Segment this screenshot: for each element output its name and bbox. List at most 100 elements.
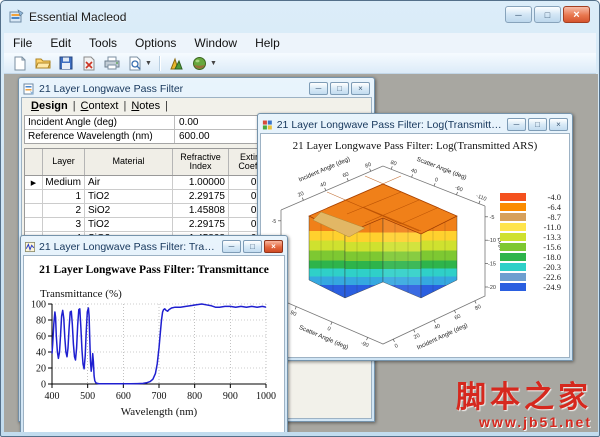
axis-tick-label: 60 <box>342 171 350 179</box>
open-folder-icon <box>35 58 51 69</box>
axis-tick-label: 80 <box>474 304 482 312</box>
field-label: Reference Wavelength (nm) <box>25 130 175 143</box>
plot3d-window-titlebar[interactable]: 21 Layer Longwave Pass Filter: Log(Trans… <box>260 116 570 133</box>
design-document-icon <box>23 83 34 95</box>
grid-cell[interactable]: Air <box>85 176 173 189</box>
tab-separator: | <box>72 100 76 112</box>
legend-row: -13.3 <box>500 232 561 242</box>
tab-notes[interactable]: Notes <box>128 99 163 113</box>
transmittance-plot: 400 500 600 700 800 900 1000 0 20 40 60 80 100 Wavele… <box>31 300 276 418</box>
x-tick-label: 500 <box>80 391 95 402</box>
menu-item-tools[interactable]: Tools <box>80 34 126 52</box>
axis-tick-label: 40 <box>319 181 327 189</box>
close-button[interactable]: × <box>351 82 370 95</box>
axis-tick-label: 40 <box>433 323 441 331</box>
tab-design[interactable]: Design <box>28 99 71 113</box>
grid-header-cell: Layer <box>43 149 85 175</box>
menu-item-file[interactable]: File <box>4 34 41 52</box>
menu-item-help[interactable]: Help <box>246 34 289 52</box>
grid-cell[interactable]: TiO2 <box>85 218 173 231</box>
axis-tick-label: 60 <box>454 314 462 322</box>
maximize-button[interactable]: □ <box>243 240 262 253</box>
y-tick-label: 100 <box>31 300 46 311</box>
row-selector[interactable] <box>25 218 43 231</box>
tab-separator: | <box>165 100 168 112</box>
grid-cell[interactable]: 1.00000 <box>173 176 229 189</box>
performance-plot-button[interactable] <box>167 54 187 72</box>
dropdown-caret-icon[interactable]: ▼ <box>145 60 152 67</box>
minimize-button[interactable]: ─ <box>505 6 532 23</box>
axis-tick-label: 0 <box>434 177 439 184</box>
axis-tick-label: 80 <box>389 160 397 168</box>
tab-context[interactable]: Context <box>78 99 122 113</box>
axis-tick-label: -5 <box>272 219 277 225</box>
transmittance-chart-title: 21 Layer Longwave Pass Filter: Transmitt… <box>39 264 269 276</box>
grid-cell[interactable]: 2.29175 <box>173 190 229 203</box>
axis-label: Scatter Angle (deg) <box>416 156 468 182</box>
menu-bar: File Edit Tools Options Window Help <box>4 33 596 53</box>
x-tick-label: 600 <box>116 391 131 402</box>
save-file-button[interactable] <box>56 54 76 72</box>
axis-tick-label: -15 <box>488 262 496 268</box>
row-selector[interactable]: ▶ <box>25 176 43 189</box>
print-preview-button[interactable] <box>125 54 145 72</box>
menu-item-options[interactable]: Options <box>126 34 185 52</box>
transmittance-window-titlebar[interactable]: 21 Layer Longwave Pass Filter: Transmitt… <box>23 238 285 255</box>
design-window-titlebar[interactable]: 21 Layer Longwave Pass Filter ─ □ × <box>21 80 372 97</box>
close-button[interactable]: × <box>549 118 568 131</box>
tab-separator: | <box>123 100 127 112</box>
legend-value: -18.0 <box>543 252 561 262</box>
close-button[interactable]: × <box>563 6 590 23</box>
axis-tick-label: 20 <box>413 333 421 341</box>
x-tick-label: 700 <box>152 391 167 402</box>
open-file-button[interactable] <box>33 54 53 72</box>
maximize-button[interactable]: □ <box>528 118 547 131</box>
grid-cell[interactable]: 2.29175 <box>173 218 229 231</box>
minimize-button[interactable]: ─ <box>222 240 241 253</box>
plot3d-chart-title: 21 Layer Longwave Pass Filter: Log(Trans… <box>292 140 538 152</box>
x-tick-label: 400 <box>45 391 60 402</box>
legend-row: -15.6 <box>500 242 561 252</box>
legend-value: -24.9 <box>543 282 561 292</box>
close-button[interactable]: × <box>264 240 283 253</box>
grid-cell[interactable]: TiO2 <box>85 190 173 203</box>
y-axis-caption: Transmittance (%) <box>40 288 122 300</box>
maximize-button[interactable]: □ <box>330 82 349 95</box>
menu-item-window[interactable]: Window <box>185 34 246 52</box>
dropdown-caret-icon[interactable]: ▼ <box>210 60 217 67</box>
axis-tick-label: 20 <box>297 191 305 199</box>
legend-swatch <box>500 243 526 251</box>
axis-tick-label: 40 <box>410 168 418 176</box>
main-titlebar[interactable]: Essential Macleod ─ □ × <box>1 1 599 33</box>
three-d-plot-button[interactable] <box>190 54 210 72</box>
delete-file-button[interactable] <box>79 54 99 72</box>
axis-tick-label: -90 <box>360 340 370 349</box>
grid-cell[interactable]: SiO2 <box>85 204 173 217</box>
plot3d-icon <box>262 120 272 129</box>
plot3d-window[interactable]: 21 Layer Longwave Pass Filter: Log(Trans… <box>257 113 573 361</box>
grid-cell[interactable]: 2 <box>43 204 85 217</box>
axis-label: Incident Angle (deg) <box>298 156 351 184</box>
grid-cell[interactable]: 1.45808 <box>173 204 229 217</box>
legend-value: -6.4 <box>547 202 561 212</box>
grid-cell[interactable]: Medium <box>43 176 85 189</box>
grid-cell[interactable]: 1 <box>43 190 85 203</box>
field-label: Incident Angle (deg) <box>25 116 175 129</box>
legend-value: -22.6 <box>543 272 561 282</box>
maximize-button[interactable]: □ <box>534 6 561 23</box>
menu-item-edit[interactable]: Edit <box>41 34 80 52</box>
toolbar-separator <box>158 55 160 71</box>
minimize-button[interactable]: ─ <box>507 118 526 131</box>
mdi-area: 21 Layer Longwave Pass Filter ─ □ × Desi… <box>4 74 598 432</box>
new-document-button[interactable] <box>10 54 30 72</box>
print-button[interactable] <box>102 54 122 72</box>
grid-cell[interactable]: 3 <box>43 218 85 231</box>
main-window: Essential Macleod ─ □ × File Edit Tools Opt… <box>0 0 600 437</box>
axis-label: Scatter Angle (deg) <box>298 324 349 351</box>
row-selector[interactable] <box>25 190 43 203</box>
window-title: Essential Macleod <box>29 10 127 24</box>
minimize-button[interactable]: ─ <box>309 82 328 95</box>
three-d-plot-icon <box>193 56 207 70</box>
row-selector[interactable] <box>25 204 43 217</box>
transmittance-window[interactable]: 21 Layer Longwave Pass Filter: Transmitt… <box>20 235 288 432</box>
